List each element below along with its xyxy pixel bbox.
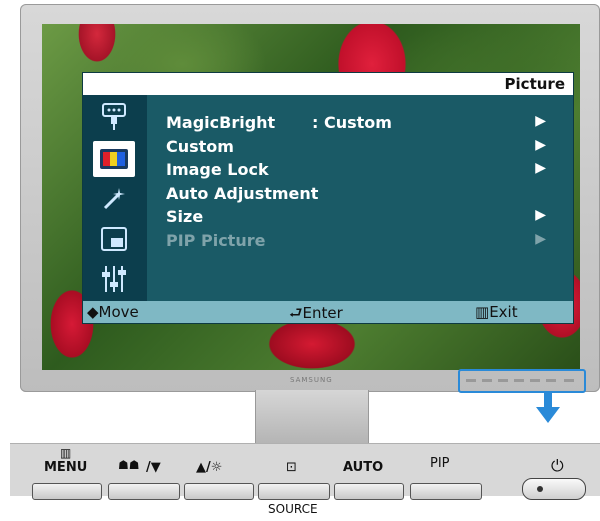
- menu-item-label: Auto Adjustment: [166, 183, 319, 203]
- enter-label: Enter: [302, 304, 343, 322]
- brand-logo: SAMSUNG: [290, 376, 333, 384]
- enter-icon: ⮐: [289, 304, 303, 322]
- source-label: SOURCE: [268, 502, 318, 516]
- exit-label: Exit: [489, 303, 518, 321]
- osd-title: Picture: [504, 75, 565, 93]
- menu-item-value: : Custom: [312, 113, 392, 132]
- brightness-up-button[interactable]: [184, 483, 254, 500]
- picture-icon[interactable]: [93, 141, 135, 177]
- menu-item-pip-picture: PIP Picture ▶: [166, 231, 546, 255]
- menu-item-label: Image Lock: [166, 160, 269, 179]
- menu-button[interactable]: [32, 483, 102, 500]
- menu-item-label: Custom: [166, 136, 234, 156]
- monitor-screen: Picture MagicBright: Custom ▶ Custom ▶ …: [42, 24, 580, 370]
- power-button[interactable]: [522, 478, 586, 500]
- pip-button-label: PIP: [430, 456, 450, 471]
- monitor-stand: [255, 390, 369, 444]
- osd-menu-list: MagicBright : Custom ▶ Custom ▶ Image Lo…: [166, 113, 546, 254]
- up-down-icon: ◆: [87, 303, 99, 321]
- move-label: Move: [98, 303, 139, 321]
- input-source-icon[interactable]: [93, 99, 135, 135]
- monitor: Picture MagicBright: Custom ▶ Custom ▶ …: [20, 4, 600, 393]
- auto-button[interactable]: [334, 483, 404, 500]
- magicbright-icon: ☗☗: [118, 458, 140, 472]
- magicbright-down-button[interactable]: [108, 483, 180, 500]
- menu-item-magicbright[interactable]: MagicBright : Custom ▶: [166, 113, 546, 137]
- bezel-button-highlight: [458, 369, 586, 393]
- menu-item-auto-adjustment[interactable]: Auto Adjustment: [166, 184, 546, 208]
- osd-menu-window: Picture MagicBright: Custom ▶ Custom ▶ …: [82, 72, 574, 324]
- menu-item-label: PIP Picture: [166, 230, 266, 250]
- enter-hint: ⮐Enter: [289, 303, 343, 328]
- chevron-right-icon: ▶: [535, 136, 546, 153]
- size-position-icon[interactable]: [93, 221, 135, 257]
- menu-item-label: MagicBright: [166, 113, 276, 132]
- menu-item-label: Size: [166, 207, 204, 226]
- menu-item-image-lock[interactable]: Image Lock ▶: [166, 160, 546, 184]
- arrow-down-icon: [536, 393, 560, 423]
- chevron-right-icon: ▶: [535, 207, 546, 223]
- osd-title-bar: Picture: [83, 73, 573, 95]
- move-hint: ◆Move: [87, 303, 139, 321]
- setup-icon[interactable]: [93, 261, 135, 297]
- osd-category-sidebar: [83, 95, 147, 301]
- chevron-right-icon: ▶: [535, 160, 546, 176]
- chevron-right-icon: ▶: [535, 230, 546, 247]
- menu-button-label: MENU: [44, 460, 88, 475]
- menu-icon: ▥: [60, 446, 72, 460]
- auto-button-label: AUTO: [343, 460, 384, 475]
- brightness-button-label: ▲/☼: [196, 460, 223, 475]
- menu-item-custom[interactable]: Custom ▶: [166, 137, 546, 161]
- exit-hint: ▥Exit: [475, 303, 518, 321]
- magicbright-button-label: /▼: [146, 460, 161, 475]
- menu-icon: ▥: [475, 303, 490, 321]
- chevron-right-icon: ▶: [535, 113, 546, 129]
- magic-color-icon[interactable]: [93, 181, 135, 217]
- menu-item-size[interactable]: Size ▶: [166, 207, 546, 231]
- osd-footer: ◆Move ⮐Enter ▥Exit: [83, 301, 573, 323]
- enter-source-button[interactable]: [258, 483, 330, 500]
- enter-icon: ⊡: [286, 460, 297, 475]
- pip-button[interactable]: [410, 483, 482, 500]
- power-icon: ⏻: [551, 456, 564, 475]
